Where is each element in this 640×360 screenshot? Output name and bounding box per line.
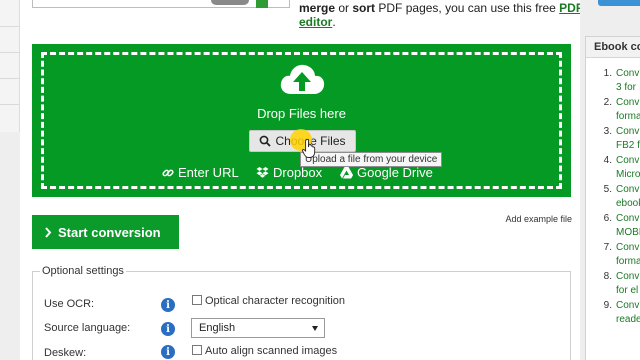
ebook-converters-panel: Ebook co 1. Conv 3 for 2. Conv forma 3. Co… — [585, 36, 640, 360]
preview-accent — [256, 0, 268, 8]
ebook-item-line: reade — [616, 314, 640, 325]
optional-settings-legend: Optional settings — [40, 265, 126, 277]
ebook-item-line: FB2 f — [616, 140, 640, 151]
info-icon[interactable]: i — [161, 322, 175, 336]
ebook-list-item[interactable]: Conv forma — [616, 96, 640, 124]
top-right-button[interactable] — [598, 0, 640, 6]
ebook-list-item[interactable]: Conv ebook — [616, 183, 640, 211]
ocr-checkbox[interactable] — [192, 295, 202, 305]
right-sidebar: Ebook co 1. Conv 3 for 2. Conv forma 3. Co… — [580, 0, 640, 360]
ebook-item-line: Conv — [616, 97, 640, 108]
intro-sort-word: sort — [352, 1, 376, 15]
start-conversion-button[interactable]: Start conversion — [32, 215, 179, 249]
pdf-editor-link-continued[interactable]: editor — [299, 15, 332, 29]
enter-url-link[interactable]: Enter URL — [162, 165, 239, 180]
intro-text-part: PDF pages, you can use this free — [375, 1, 560, 15]
google-drive-label: Google Drive — [357, 165, 433, 180]
list-item-number: 3. — [603, 126, 612, 137]
ebook-item-line: Conv — [616, 213, 640, 224]
ebook-list-item[interactable]: Conv for el — [616, 270, 639, 298]
ebook-item-line: forma — [616, 111, 640, 122]
dropdown-arrow-icon — [312, 326, 318, 331]
dropbox-label: Dropbox — [273, 165, 323, 180]
ebook-item-line: ebook — [616, 198, 640, 209]
list-item-number: 6. — [603, 213, 612, 224]
left-sidebar-strip — [0, 0, 20, 132]
chevron-right-icon — [45, 226, 52, 238]
ebook-item-line: Conv — [616, 126, 640, 137]
info-icon[interactable]: i — [161, 345, 175, 359]
list-item-number: 8. — [603, 271, 612, 282]
ebook-item-line: 3 for — [616, 82, 637, 93]
source-language-select[interactable]: English — [191, 318, 325, 338]
ebook-list-item[interactable]: Conv forma — [616, 241, 640, 269]
ebook-item-line: forma — [616, 256, 640, 267]
intro-line-2: editor. — [299, 13, 336, 31]
ebook-item-line: MOBI — [616, 227, 640, 238]
ocr-option-label: Optical character recognition — [205, 295, 346, 307]
ebook-item-line: Conv — [616, 155, 640, 166]
ebook-list-item[interactable]: Conv FB2 f — [616, 125, 640, 153]
strip-divider — [0, 52, 20, 53]
cloud-upload-icon — [280, 64, 325, 94]
strip-divider — [0, 104, 20, 105]
info-icon[interactable]: i — [161, 298, 175, 312]
ebook-item-line: for el — [616, 285, 639, 296]
intro-line-1: merge or sort PDF pages, you can use thi… — [299, 0, 583, 17]
google-drive-link[interactable]: Google Drive — [340, 165, 433, 180]
ebook-item-line: Conv — [616, 68, 640, 79]
deskew-option-label: Auto align scanned images — [205, 345, 338, 357]
dropbox-link[interactable]: Dropbox — [256, 165, 322, 180]
intro-text-part: or — [335, 1, 353, 15]
ebook-panel-title: Ebook co — [586, 37, 640, 58]
list-item-number: 2. — [603, 97, 612, 108]
list-item-number: 4. — [603, 155, 612, 166]
ebook-item-line: Conv — [616, 242, 640, 253]
upload-sources: Enter URL Dropbox Google Drive — [162, 165, 452, 181]
ebook-list-item[interactable]: Conv MOBI — [616, 212, 640, 240]
ebook-item-line: Conv — [616, 184, 640, 195]
link-icon — [162, 169, 174, 176]
ebook-list-item[interactable]: Conv Micro — [616, 154, 640, 182]
deskew-label: Deskew: — [44, 347, 87, 359]
ebook-item-line: Conv — [616, 300, 640, 311]
enter-url-label: Enter URL — [178, 165, 239, 180]
list-item-number: 5. — [603, 184, 612, 195]
file-drop-zone[interactable]: Drop Files here Choose Files Upload a fi… — [32, 44, 571, 197]
search-icon — [260, 135, 272, 147]
intro-period: . — [332, 15, 336, 29]
ebook-list-item[interactable]: Conv 3 for — [616, 67, 639, 95]
ebook-list-item[interactable]: Conv reade — [616, 299, 640, 327]
drop-files-text: Drop Files here — [257, 106, 346, 121]
preview-shape — [211, 0, 249, 5]
strip-divider — [0, 78, 20, 79]
use-ocr-label: Use OCR: — [44, 298, 95, 310]
ebook-item-line: Micro — [616, 169, 640, 180]
preview-image-box — [32, 0, 290, 8]
ebook-item-line: Conv — [616, 271, 640, 282]
list-item-number: 1. — [603, 68, 612, 79]
google-drive-icon — [340, 166, 353, 178]
hand-cursor-icon — [302, 139, 316, 158]
main-content: merge or sort PDF pages, you can use thi… — [20, 0, 583, 360]
dropbox-icon — [256, 166, 269, 178]
source-language-label: Source language: — [44, 322, 131, 334]
start-conversion-label: Start conversion — [58, 224, 161, 240]
deskew-checkbox[interactable] — [192, 345, 202, 355]
optional-settings-panel: Optional settings Use OCR: i Optical cha… — [32, 265, 571, 360]
add-example-file-link[interactable]: Add example file — [505, 214, 572, 224]
list-item-number: 9. — [603, 300, 612, 311]
source-language-value: English — [199, 322, 236, 334]
list-item-number: 7. — [603, 242, 612, 253]
strip-divider — [0, 26, 20, 27]
